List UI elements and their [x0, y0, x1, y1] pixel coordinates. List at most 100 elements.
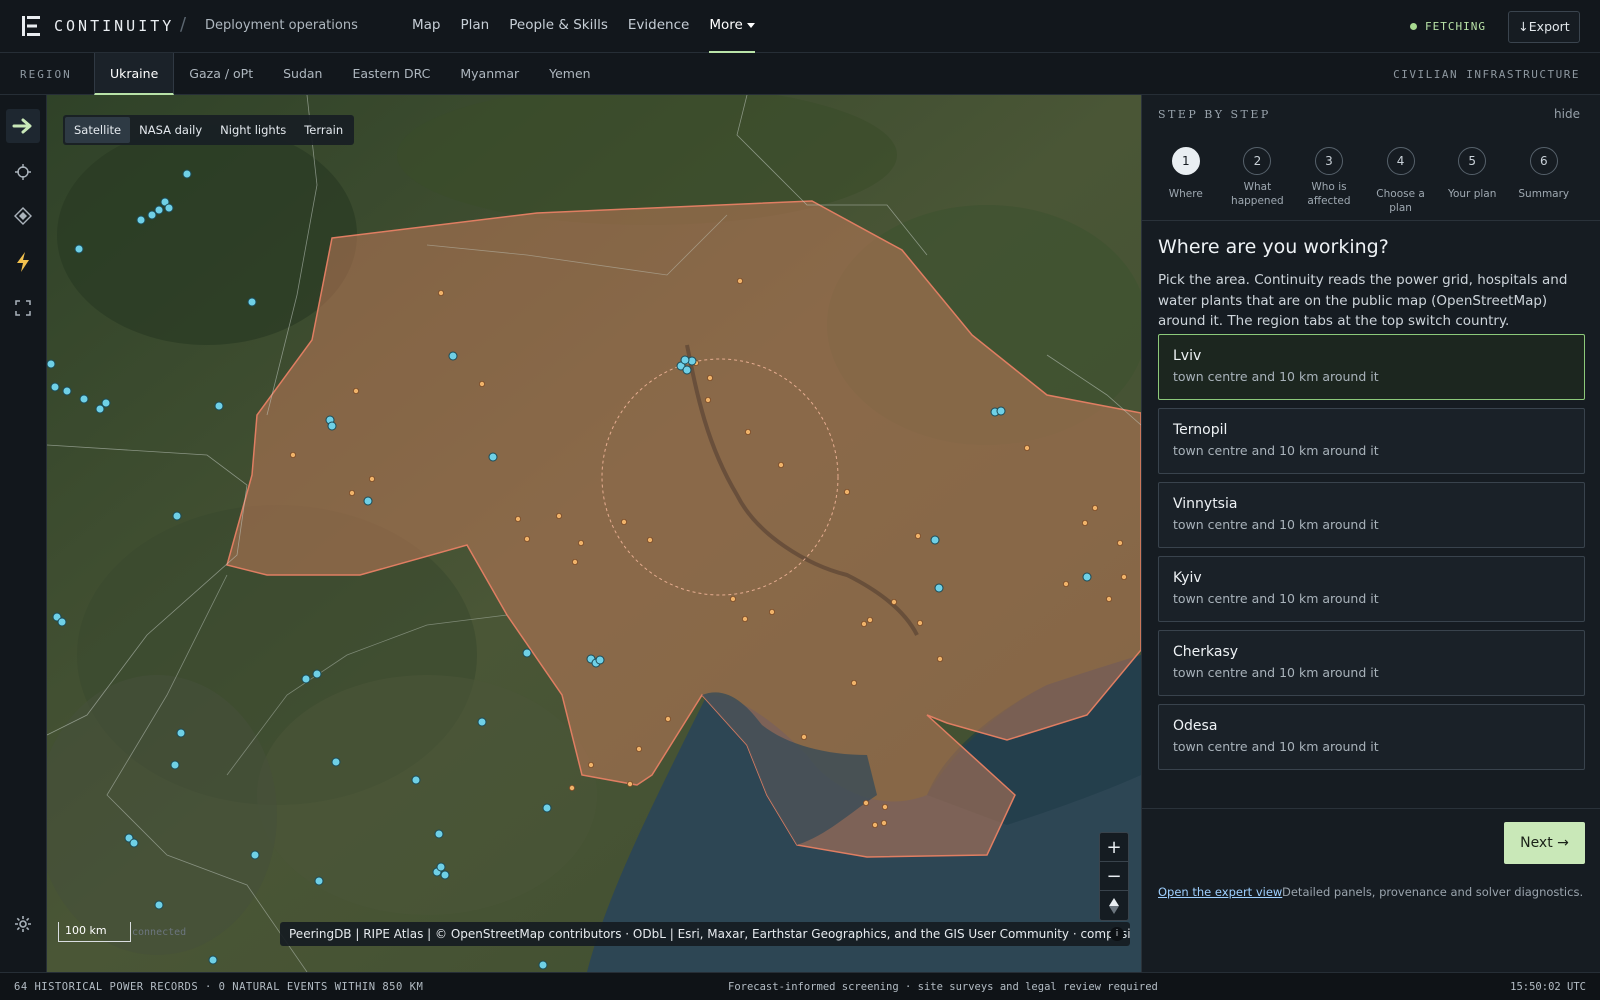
fetch-status: FETCHING — [1410, 20, 1486, 33]
step-label: Choose a plan — [1376, 188, 1425, 214]
tool-rail — [0, 95, 47, 972]
step-number: 1 — [1171, 147, 1200, 175]
step-number: 5 — [1458, 147, 1487, 175]
area-description: town centre and 10 km around it — [1173, 739, 1379, 754]
chevron-down-icon — [746, 22, 755, 28]
fullscreen-icon[interactable] — [6, 291, 40, 325]
brand-name: CONTINUITY — [54, 17, 175, 35]
region-tab-eastern-drc[interactable]: Eastern DRC — [337, 53, 445, 95]
area-name: Kyiv — [1173, 570, 1202, 586]
area-card-vinnytsia[interactable]: Vinnytsia town centre and 10 km around i… — [1158, 482, 1585, 548]
step-number: 2 — [1243, 147, 1272, 175]
divider — [1142, 808, 1600, 809]
step-number: 6 — [1529, 147, 1558, 175]
area-description: town centre and 10 km around it — [1173, 591, 1379, 606]
crosshair-icon[interactable] — [6, 155, 40, 189]
step-label: Where — [1168, 188, 1203, 200]
divider — [1142, 220, 1600, 221]
area-card-kyiv[interactable]: Kyiv town centre and 10 km around it — [1158, 556, 1585, 622]
connection-status: connected — [132, 927, 187, 938]
region-tab-sudan[interactable]: Sudan — [268, 53, 337, 95]
satellite-basemap — [47, 95, 1141, 972]
panel-title: Where are you working? — [1158, 236, 1389, 258]
status-text: FETCHING — [1425, 20, 1486, 33]
area-name: Lviv — [1173, 348, 1202, 364]
status-dot-icon — [1410, 23, 1417, 30]
nav-evidence[interactable]: Evidence — [628, 0, 689, 53]
basemap-terrain[interactable]: Terrain — [295, 117, 352, 143]
area-description: town centre and 10 km around it — [1173, 665, 1379, 680]
hide-panel-button[interactable]: hide — [1554, 107, 1580, 121]
expert-view-link[interactable]: Open the expert view — [1158, 885, 1282, 899]
nav-map[interactable]: Map — [412, 0, 441, 53]
region-tab-gaza[interactable]: Gaza / oPt — [174, 53, 268, 95]
region-bar: REGION Ukraine Gaza / oPt Sudan Eastern … — [0, 53, 1600, 95]
status-footer: 64 HISTORICAL POWER RECORDS · 0 NATURAL … — [0, 972, 1600, 1000]
zoom-out-button[interactable]: − — [1100, 862, 1128, 891]
region-tab-yemen[interactable]: Yemen — [534, 53, 605, 95]
area-card-lviv[interactable]: Lviv town centre and 10 km around it — [1158, 334, 1585, 400]
next-button[interactable]: Next → — [1504, 822, 1585, 864]
area-card-cherkasy[interactable]: Cherkasy town centre and 10 km around it — [1158, 630, 1585, 696]
layer-label: CIVILIAN INFRASTRUCTURE — [1393, 68, 1580, 81]
nav-more-label: More — [709, 17, 743, 33]
step-label: Your plan — [1447, 188, 1497, 200]
scale-bar: 100 km — [58, 922, 131, 942]
nav-plan[interactable]: Plan — [461, 0, 490, 53]
step-label: What happened — [1231, 181, 1284, 207]
area-description: town centre and 10 km around it — [1173, 443, 1379, 458]
lightning-icon[interactable] — [6, 245, 40, 279]
zoom-in-button[interactable]: + — [1100, 833, 1128, 862]
stepper: 1 Where 2 What happened 3 Who is affecte… — [1150, 147, 1580, 217]
arrow-right-icon[interactable] — [6, 109, 40, 143]
step-label: Summary — [1518, 188, 1570, 200]
basemap-nasa-daily[interactable]: NASA daily — [130, 117, 211, 143]
panel-header: STEP BY STEP — [1158, 108, 1271, 121]
continuity-logo-icon — [22, 16, 40, 36]
step-who-is-affected[interactable]: 3 Who is affected — [1293, 147, 1365, 217]
step-where[interactable]: 1 Where — [1150, 147, 1222, 217]
area-description: town centre and 10 km around it — [1173, 517, 1379, 532]
step-what-happened[interactable]: 2 What happened — [1222, 147, 1294, 217]
info-icon[interactable]: i — [1110, 927, 1124, 941]
zoom-control: + − — [1099, 832, 1129, 921]
map-canvas[interactable]: Satellite NASA daily Night lights Terrai… — [47, 95, 1141, 972]
step-summary[interactable]: 6 Summary — [1508, 147, 1580, 217]
top-bar: CONTINUITY / Deployment operations Map P… — [0, 0, 1600, 53]
screening-note: Forecast-informed screening · site surve… — [728, 981, 1158, 993]
area-card-ternopil[interactable]: Ternopil town centre and 10 km around it — [1158, 408, 1585, 474]
step-number: 4 — [1386, 147, 1415, 175]
clock: 15:50:02 UTC — [1510, 981, 1586, 993]
step-your-plan[interactable]: 5 Your plan — [1436, 147, 1508, 217]
compass-north-icon[interactable] — [1100, 891, 1128, 920]
basemap-toggle: Satellite NASA daily Night lights Terrai… — [63, 115, 355, 145]
attribution-text: PeeringDB | RIPE Atlas | © OpenStreetMap… — [289, 927, 1130, 941]
region-tabs: Ukraine Gaza / oPt Sudan Eastern DRC Mya… — [94, 53, 606, 95]
step-label: Who is affected — [1307, 181, 1351, 207]
breadcrumb-separator: / — [180, 14, 187, 35]
layers-icon[interactable] — [6, 199, 40, 233]
step-number: 3 — [1314, 147, 1343, 175]
region-tab-myanmar[interactable]: Myanmar — [445, 53, 534, 95]
brand[interactable]: CONTINUITY — [22, 16, 174, 36]
step-choose-plan[interactable]: 4 Choose a plan — [1365, 147, 1437, 217]
area-description: town centre and 10 km around it — [1173, 369, 1379, 384]
main-nav: Map Plan People & Skills Evidence More — [412, 0, 775, 53]
breadcrumb[interactable]: Deployment operations — [205, 18, 358, 33]
basemap-night-lights[interactable]: Night lights — [211, 117, 295, 143]
area-card-odesa[interactable]: Odesa town centre and 10 km around it — [1158, 704, 1585, 770]
region-label: REGION — [20, 68, 72, 81]
wizard-panel: STEP BY STEP hide 1 Where 2 What happene… — [1141, 95, 1600, 972]
settings-gear-icon[interactable] — [6, 907, 40, 941]
basemap-satellite[interactable]: Satellite — [65, 117, 131, 143]
region-tab-ukraine[interactable]: Ukraine — [94, 53, 175, 95]
panel-description: Pick the area. Continuity reads the powe… — [1158, 272, 1568, 329]
export-button[interactable]: ↓Export — [1508, 11, 1580, 43]
records-summary: 64 HISTORICAL POWER RECORDS · 0 NATURAL … — [14, 981, 424, 993]
area-name: Cherkasy — [1173, 644, 1239, 660]
expert-view-note: Detailed panels, provenance and solver d… — [1282, 885, 1584, 899]
map-attribution: PeeringDB | RIPE Atlas | © OpenStreetMap… — [280, 922, 1130, 946]
nav-more[interactable]: More — [709, 0, 755, 53]
area-name: Odesa — [1173, 718, 1218, 734]
nav-people-skills[interactable]: People & Skills — [509, 0, 608, 53]
